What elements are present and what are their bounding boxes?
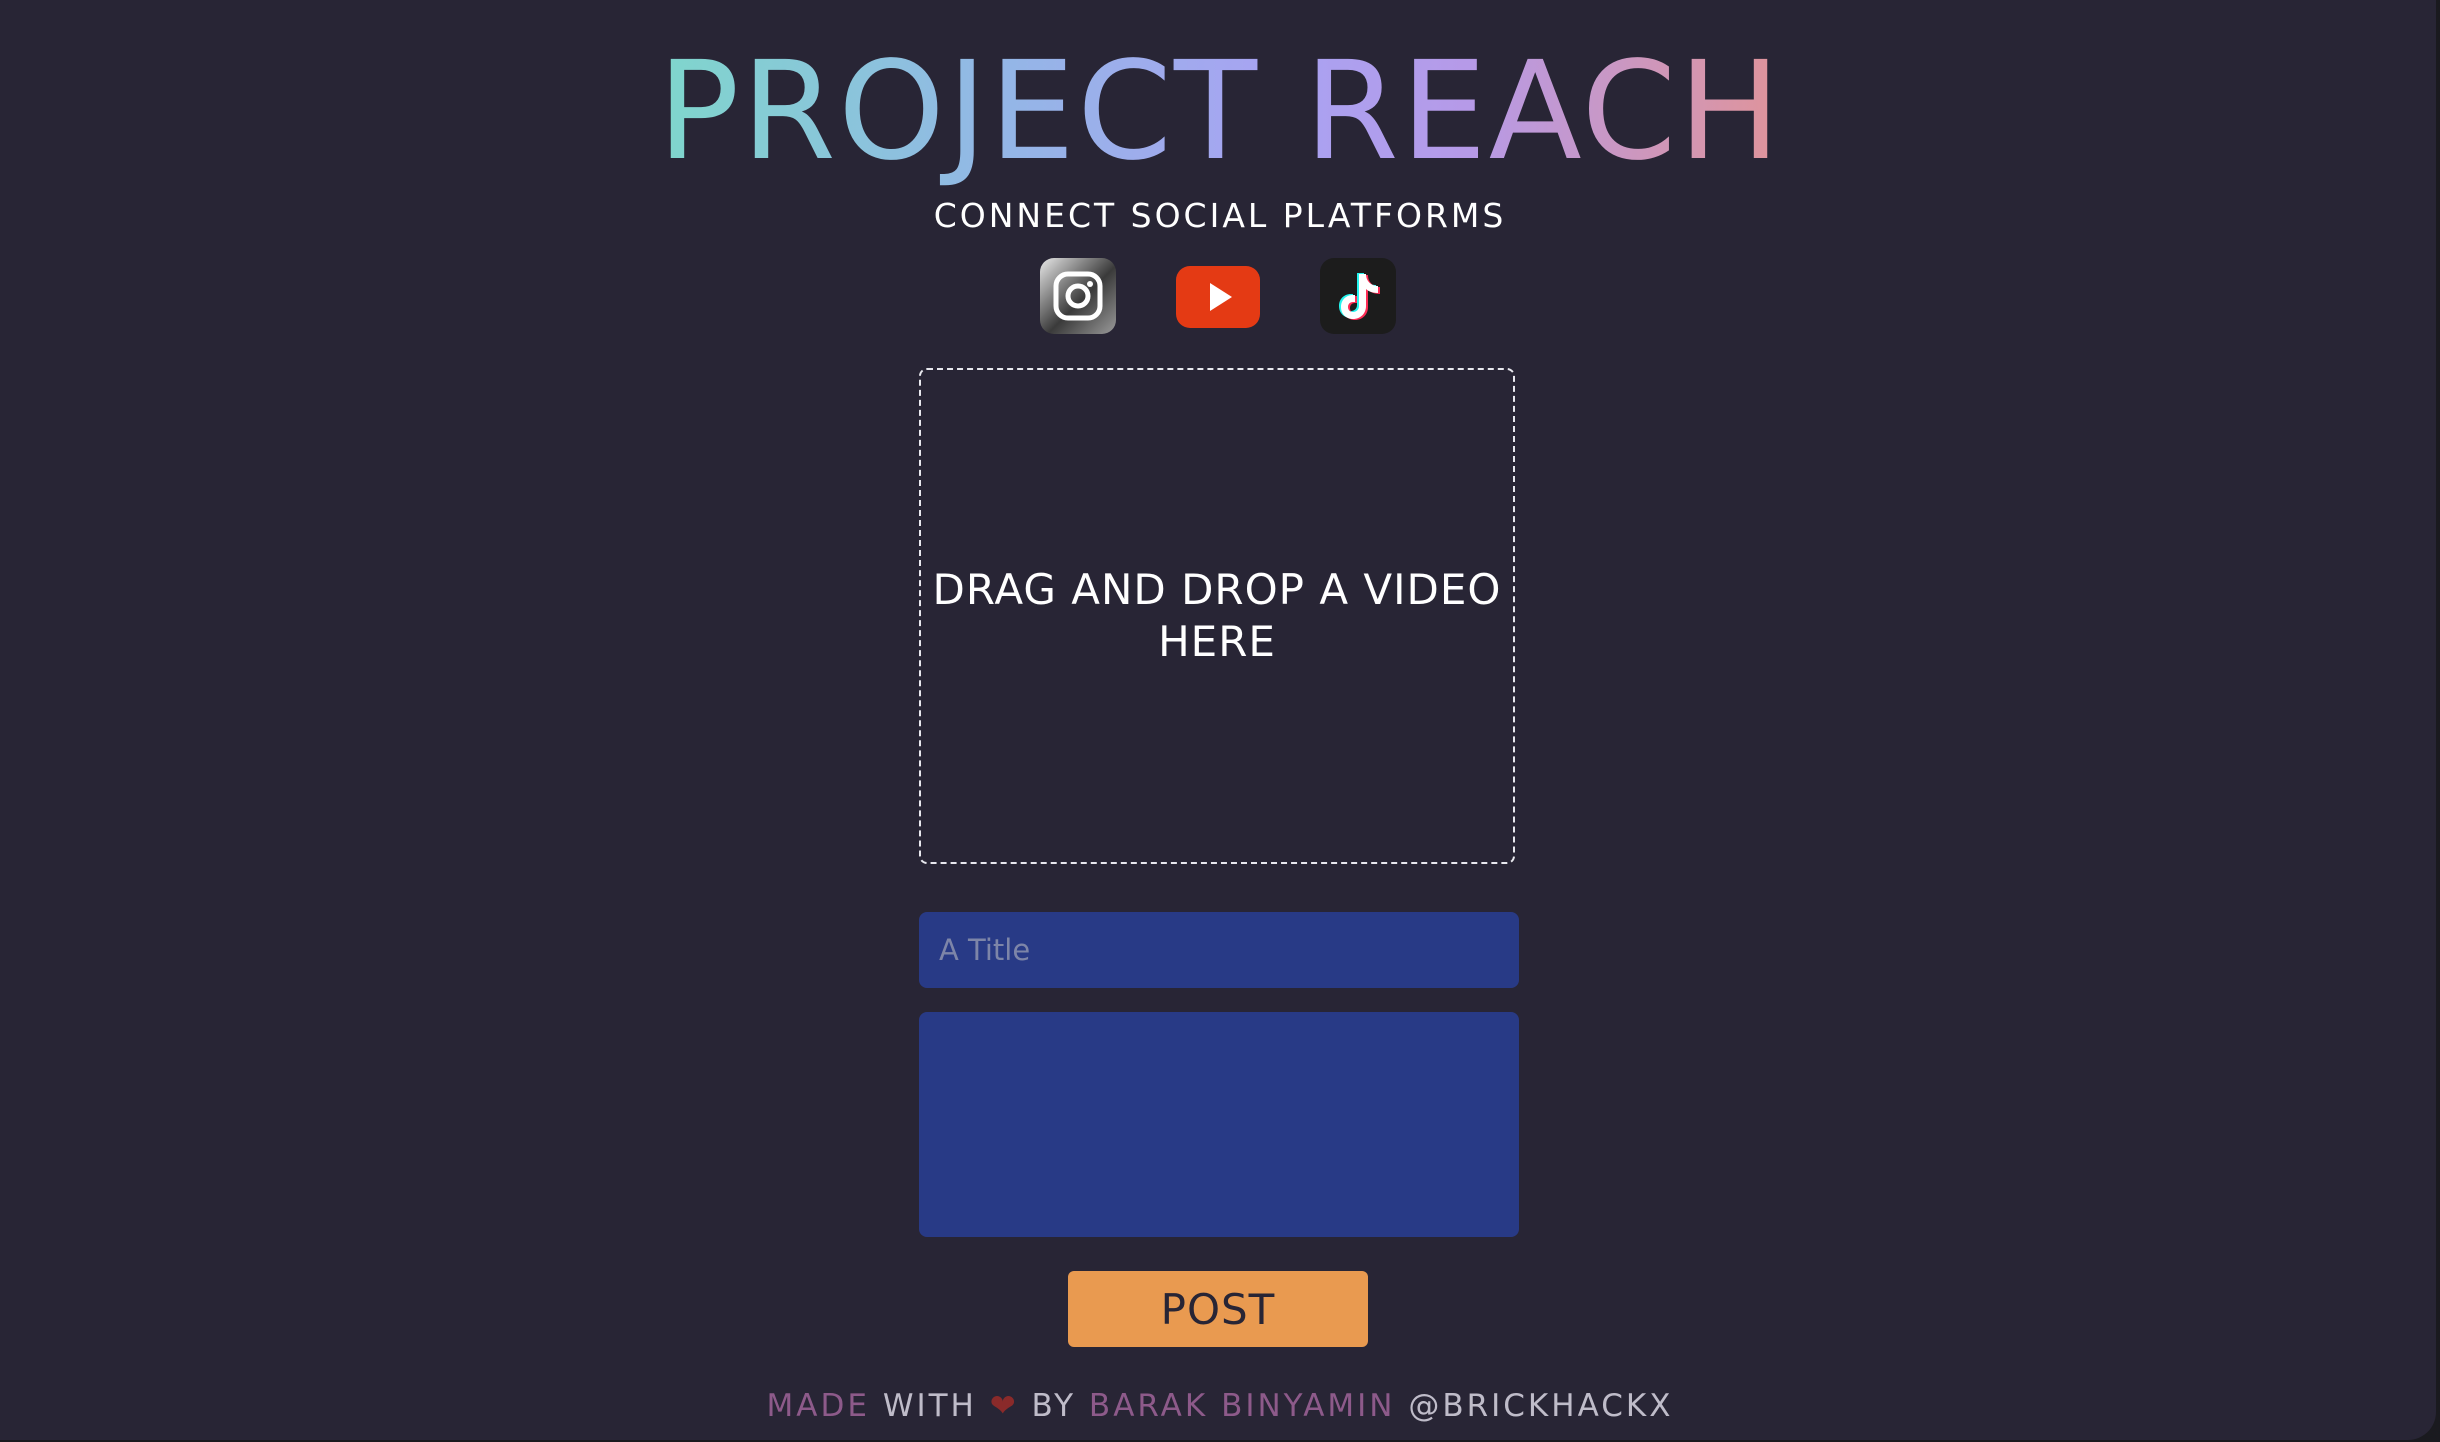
video-dropzone[interactable]: DRAG AND DROP A VIDEO HERE	[919, 368, 1515, 864]
footer-handle-link[interactable]: @BRICKHACKX	[1395, 1388, 1673, 1424]
tiktok-icon	[1339, 273, 1380, 320]
footer-with: WITH	[869, 1388, 990, 1424]
description-input[interactable]	[919, 1012, 1519, 1237]
youtube-button[interactable]	[1176, 266, 1260, 328]
instagram-button[interactable]	[1040, 258, 1116, 334]
footer-made: MADE	[766, 1388, 870, 1424]
tiktok-button[interactable]	[1320, 258, 1396, 334]
page-title: PROJECT REACH	[657, 33, 1783, 191]
dropzone-label: DRAG AND DROP A VIDEO HERE	[932, 565, 1502, 666]
page-subtitle: CONNECT SOCIAL PLATFORMS	[933, 196, 1507, 235]
footer-author-link[interactable]: BARAK BINYAMIN	[1089, 1388, 1396, 1424]
footer-by: BY	[1018, 1388, 1089, 1424]
footer-credit: MADE WITH ❤ BY BARAK BINYAMIN @BRICKHACK…	[0, 1386, 2440, 1426]
platform-buttons	[1040, 258, 1400, 336]
app-window: PROJECT REACH CONNECT SOCIAL PLATFORMS D…	[0, 0, 2436, 1440]
title-input[interactable]	[919, 912, 1519, 988]
instagram-icon	[1053, 271, 1103, 321]
youtube-icon	[1210, 283, 1232, 311]
post-button[interactable]: POST	[1068, 1271, 1368, 1347]
heart-icon: ❤	[989, 1388, 1019, 1424]
